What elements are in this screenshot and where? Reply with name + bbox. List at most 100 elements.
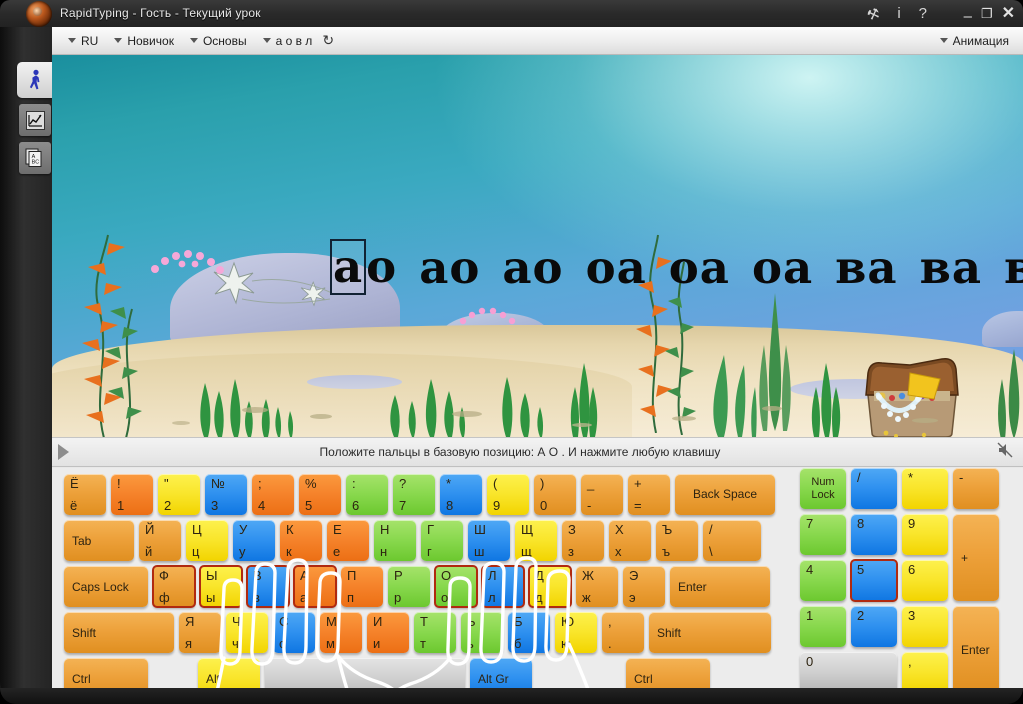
key-ч[interactable]: Чч — [226, 612, 268, 653]
key-shift[interactable]: Shift — [649, 612, 771, 653]
info-icon[interactable]: i — [897, 6, 900, 21]
language-selector[interactable]: RU — [68, 34, 98, 48]
key-/[interactable]: / \ — [703, 520, 761, 561]
key-8[interactable]: 8 — [851, 514, 897, 555]
key-label-top: Я — [185, 614, 195, 629]
key-ш[interactable]: Шш — [468, 520, 510, 561]
key-4[interactable]: 4 — [800, 560, 846, 601]
key-а[interactable]: Аа — [293, 565, 337, 608]
key-э[interactable]: Ээ — [623, 566, 665, 607]
key-label-bottom: ц — [192, 544, 200, 559]
key-№[interactable]: № 3 — [205, 474, 247, 515]
play-button[interactable] — [58, 444, 69, 460]
key-п[interactable]: Пп — [341, 566, 383, 607]
key-;[interactable]: ; 4 — [252, 474, 294, 515]
key-0[interactable]: 0 — [800, 652, 897, 688]
key-н[interactable]: Нн — [374, 520, 416, 561]
key-+[interactable]: + = — [628, 474, 670, 515]
key-е[interactable]: Ее — [327, 520, 369, 561]
key-*[interactable]: * — [902, 468, 948, 509]
key-"[interactable]: " 2 — [158, 474, 200, 515]
key-9[interactable]: 9 — [902, 514, 948, 555]
key-tab[interactable]: Tab — [64, 520, 134, 561]
key-ctrl[interactable]: Ctrl — [64, 658, 148, 688]
key-м[interactable]: Мм — [320, 612, 362, 653]
key-enter[interactable]: Enter — [670, 566, 770, 607]
key-back-space[interactable]: Back Space — [675, 474, 775, 515]
key-caps-lock[interactable]: Caps Lock — [64, 566, 148, 607]
help-icon[interactable]: ? — [919, 6, 927, 21]
refresh-icon[interactable]: ↻ — [322, 32, 334, 49]
key-label-bottom: з — [568, 544, 574, 559]
key-5[interactable]: 5 — [850, 559, 898, 602]
key-_[interactable]: _ - — [581, 474, 623, 515]
key-%[interactable]: % 5 — [299, 474, 341, 515]
key-я[interactable]: Яя — [179, 612, 221, 653]
key-с[interactable]: Сс — [273, 612, 315, 653]
chevron-down-icon — [262, 38, 271, 43]
key-л[interactable]: Лл — [481, 565, 525, 608]
level-selector[interactable]: Новичок — [114, 34, 174, 48]
key-)[interactable]: ) 0 — [534, 474, 576, 515]
key-([interactable]: (9 — [487, 474, 529, 515]
sidebar-item-lessons-text[interactable]: A BC — [19, 142, 51, 174]
key-alt-gr[interactable]: Alt Gr — [470, 658, 532, 688]
key-?[interactable]: ? 7 — [393, 474, 435, 515]
key-:[interactable]: :6 — [346, 474, 388, 515]
wrench-icon[interactable]: ⚒ — [864, 4, 881, 23]
key-2[interactable]: 2 — [851, 606, 897, 647]
key-ъ[interactable]: Ъъ — [656, 520, 698, 561]
key-label-top: / — [857, 470, 861, 485]
key-7[interactable]: 7 — [800, 514, 846, 555]
key-ц[interactable]: Цц — [186, 520, 228, 561]
key-ж[interactable]: Жж — [576, 566, 618, 607]
key-6[interactable]: 6 — [902, 560, 948, 601]
key-shift[interactable]: Shift — [64, 612, 174, 653]
key-alt[interactable]: Alt — [198, 658, 260, 688]
key-т[interactable]: Тт — [414, 612, 456, 653]
key-1[interactable]: 1 — [800, 606, 846, 647]
key-и[interactable]: Ии — [367, 612, 409, 653]
sidebar-item-statistics[interactable] — [19, 104, 51, 136]
key-у[interactable]: Уу — [233, 520, 275, 561]
key-з[interactable]: Зз — [562, 520, 604, 561]
key-ё[interactable]: Ёё — [64, 474, 106, 515]
key-,[interactable]: , — [902, 652, 948, 688]
course-selector[interactable]: Основы — [189, 34, 247, 48]
key-б[interactable]: Бб — [508, 612, 550, 653]
close-button[interactable]: ✕ — [1002, 5, 1015, 22]
key-ctrl[interactable]: Ctrl — [626, 658, 710, 688]
key-/[interactable]: / — [851, 468, 897, 509]
key-к[interactable]: Кк — [280, 520, 322, 561]
key-й[interactable]: Йй — [139, 520, 181, 561]
key-щ[interactable]: Щщ — [515, 520, 557, 561]
sound-mute-icon[interactable] — [997, 442, 1013, 462]
key-,[interactable]: ,. — [602, 612, 644, 653]
key-![interactable]: ! 1 — [111, 474, 153, 515]
key-х[interactable]: Хх — [609, 520, 651, 561]
key-label-top: 9 — [908, 516, 916, 531]
minimize-button[interactable]: – — [964, 9, 972, 24]
key-3[interactable]: 3 — [902, 606, 948, 647]
key-ф[interactable]: Фф — [152, 565, 196, 608]
key-num-lock[interactable]: Num Lock — [800, 468, 846, 509]
key-label-top: 3 — [908, 608, 916, 623]
key-г[interactable]: Гг — [421, 520, 463, 561]
key-enter[interactable]: Enter — [953, 606, 999, 688]
maximize-button[interactable]: ❐ — [981, 7, 993, 20]
key-в[interactable]: Вв — [246, 565, 290, 608]
key-*[interactable]: * 8 — [440, 474, 482, 515]
key-д[interactable]: Дд — [528, 565, 572, 608]
key-label-bottom: в — [253, 590, 260, 605]
sidebar-item-lesson[interactable] — [17, 62, 53, 98]
animation-selector[interactable]: Анимация — [939, 34, 1009, 48]
key-ы[interactable]: Ыы — [199, 565, 243, 608]
key-+[interactable]: + — [953, 514, 999, 601]
key-о[interactable]: Оо — [434, 565, 478, 608]
lesson-selector[interactable]: а о в л — [262, 34, 312, 48]
key-ь[interactable]: Ьь — [461, 612, 503, 653]
key-р[interactable]: Рр — [388, 566, 430, 607]
key-ю[interactable]: Юю — [555, 612, 597, 653]
key-key[interactable] — [265, 658, 465, 688]
key--[interactable]: - — [953, 468, 999, 509]
